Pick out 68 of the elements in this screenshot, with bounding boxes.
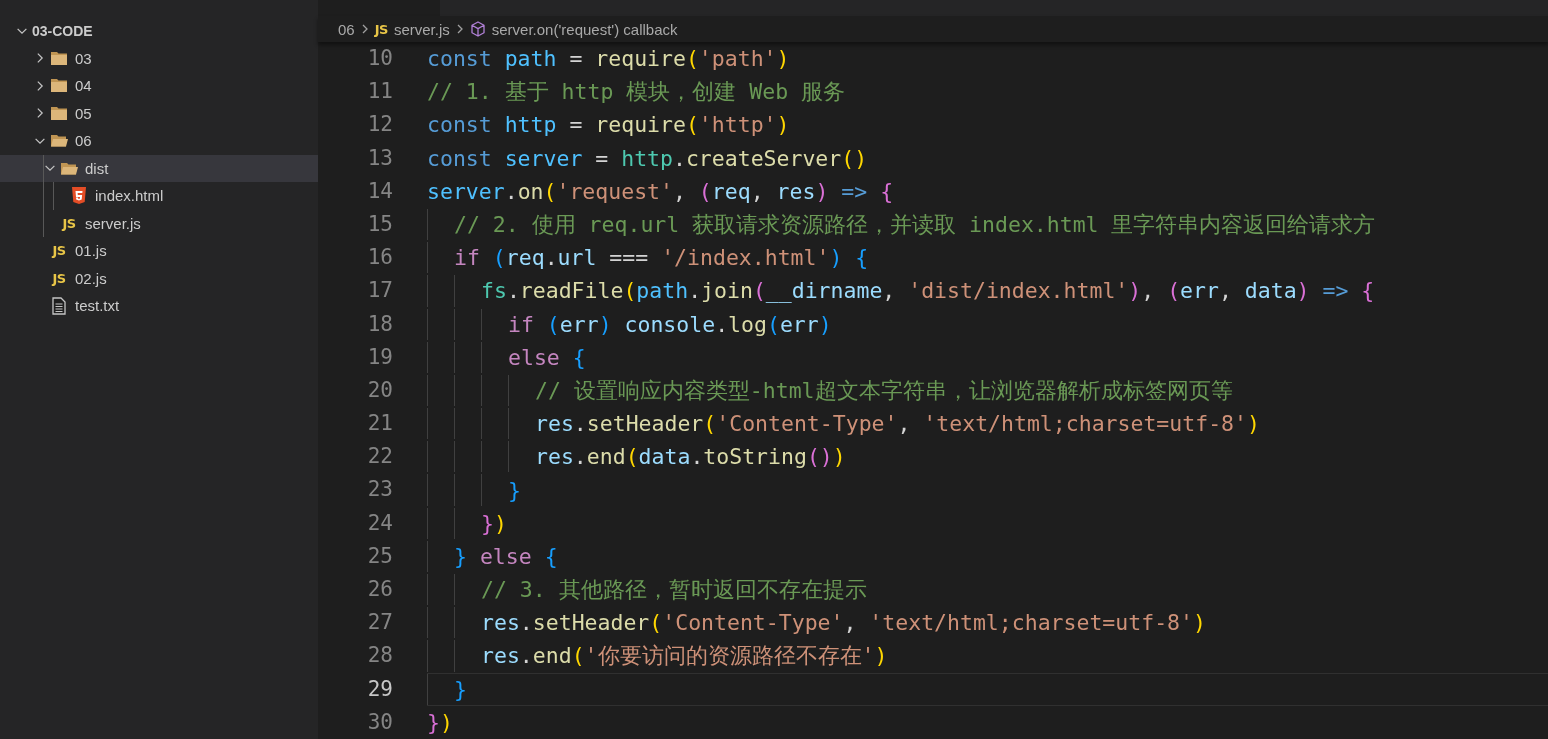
explorer-root[interactable]: 03-CODE xyxy=(0,17,318,45)
line-number: 28 xyxy=(366,642,393,670)
js-file-icon: JS xyxy=(374,21,388,37)
folder-icon xyxy=(50,78,68,94)
code-line: const path = require('path') xyxy=(427,45,791,74)
line-number: 15 xyxy=(366,210,393,238)
open-folder-icon xyxy=(60,160,78,176)
line-number: 19 xyxy=(366,343,393,371)
open-folder-icon xyxy=(50,133,68,149)
code-line: res.setHeader('Content-Type', 'text/html;charset=utf-8') xyxy=(427,407,1548,441)
folder-icon xyxy=(50,50,68,66)
line-number: 29 xyxy=(366,675,393,703)
line-number: 17 xyxy=(366,277,393,305)
code-line: }) xyxy=(427,708,454,737)
code-line: const server = http.createServer() xyxy=(427,144,869,173)
code-line: } xyxy=(427,473,1548,507)
line-number: 21 xyxy=(366,410,393,438)
tree-item[interactable]: dist xyxy=(0,154,318,182)
code-line: else { xyxy=(427,340,1548,374)
tree-item[interactable]: JS 01.js xyxy=(0,237,318,265)
code-line: // 2. 使用 req.url 获取请求资源路径，并读取 index.html 里字符串内容返回给请求方 xyxy=(427,207,1548,242)
line-number: 14 xyxy=(366,177,393,205)
line-number: 24 xyxy=(366,509,393,537)
line-number: 11 xyxy=(366,78,393,106)
code-line: server.on('request', (req, res) => { xyxy=(427,177,895,206)
tree-item[interactable]: JS 02.js xyxy=(0,264,318,292)
line-number: 23 xyxy=(366,476,393,504)
breadcrumb-item[interactable]: 06 xyxy=(338,20,355,38)
cube-icon xyxy=(469,21,486,37)
code-line: res.setHeader('Content-Type', 'text/html;charset=utf-8') xyxy=(427,606,1548,640)
js-file-icon: JS xyxy=(62,215,76,231)
code-line: } else { xyxy=(427,539,1548,573)
code-line: // 3. 其他路径，暂时返回不存在提示 xyxy=(427,573,1548,607)
tree-item[interactable]: 03 xyxy=(0,44,318,72)
line-number: 25 xyxy=(366,542,393,570)
code-line: res.end(data.toString()) xyxy=(427,440,1548,474)
code-line: } xyxy=(427,672,1548,706)
line-number: 30 xyxy=(366,708,393,736)
code-line: const http = require('http') xyxy=(427,111,791,140)
code-line: if (err) console.log(err) xyxy=(427,307,1548,341)
line-number: 27 xyxy=(366,609,393,637)
code-line: res.end('你要访问的资源路径不存在') xyxy=(427,639,1548,673)
line-number: 13 xyxy=(366,144,393,172)
tree-item[interactable]: 04 xyxy=(0,72,318,100)
code-line: }) xyxy=(427,506,1548,540)
js-file-icon: JS xyxy=(52,243,66,259)
line-number: 20 xyxy=(366,376,393,404)
html5-icon xyxy=(71,186,87,205)
code-line: if (req.url === '/index.html') { xyxy=(427,241,1548,275)
breadcrumb-item[interactable]: server.js xyxy=(393,20,450,38)
text-file-icon xyxy=(52,296,66,315)
code-line: fs.readFile(path.join(__dirname, 'dist/index.html'), (err, data) => { xyxy=(427,274,1548,308)
line-number: 16 xyxy=(366,244,393,272)
tree-item[interactable]: index.html xyxy=(0,182,318,210)
line-number: 10 xyxy=(366,45,393,72)
tree-item[interactable]: 06 xyxy=(0,127,318,155)
code-line: // 1. 基于 http 模块，创建 Web 服务 xyxy=(427,78,847,107)
line-number: 18 xyxy=(366,310,393,338)
js-file-icon: JS xyxy=(52,270,66,286)
breadcrumb-item[interactable]: server.on('request') callback xyxy=(491,20,678,38)
tree-item[interactable]: JS server.js xyxy=(0,209,318,237)
line-number: 22 xyxy=(366,443,393,471)
folder-icon xyxy=(50,105,68,121)
line-number: 12 xyxy=(366,111,393,139)
code-line: // 设置响应内容类型-html超文本字符串，让浏览器解析成标签网页等 xyxy=(427,373,1548,408)
line-number: 26 xyxy=(366,576,393,603)
tree-item[interactable]: 05 xyxy=(0,99,318,127)
tree-item[interactable]: test.txt xyxy=(0,292,318,320)
